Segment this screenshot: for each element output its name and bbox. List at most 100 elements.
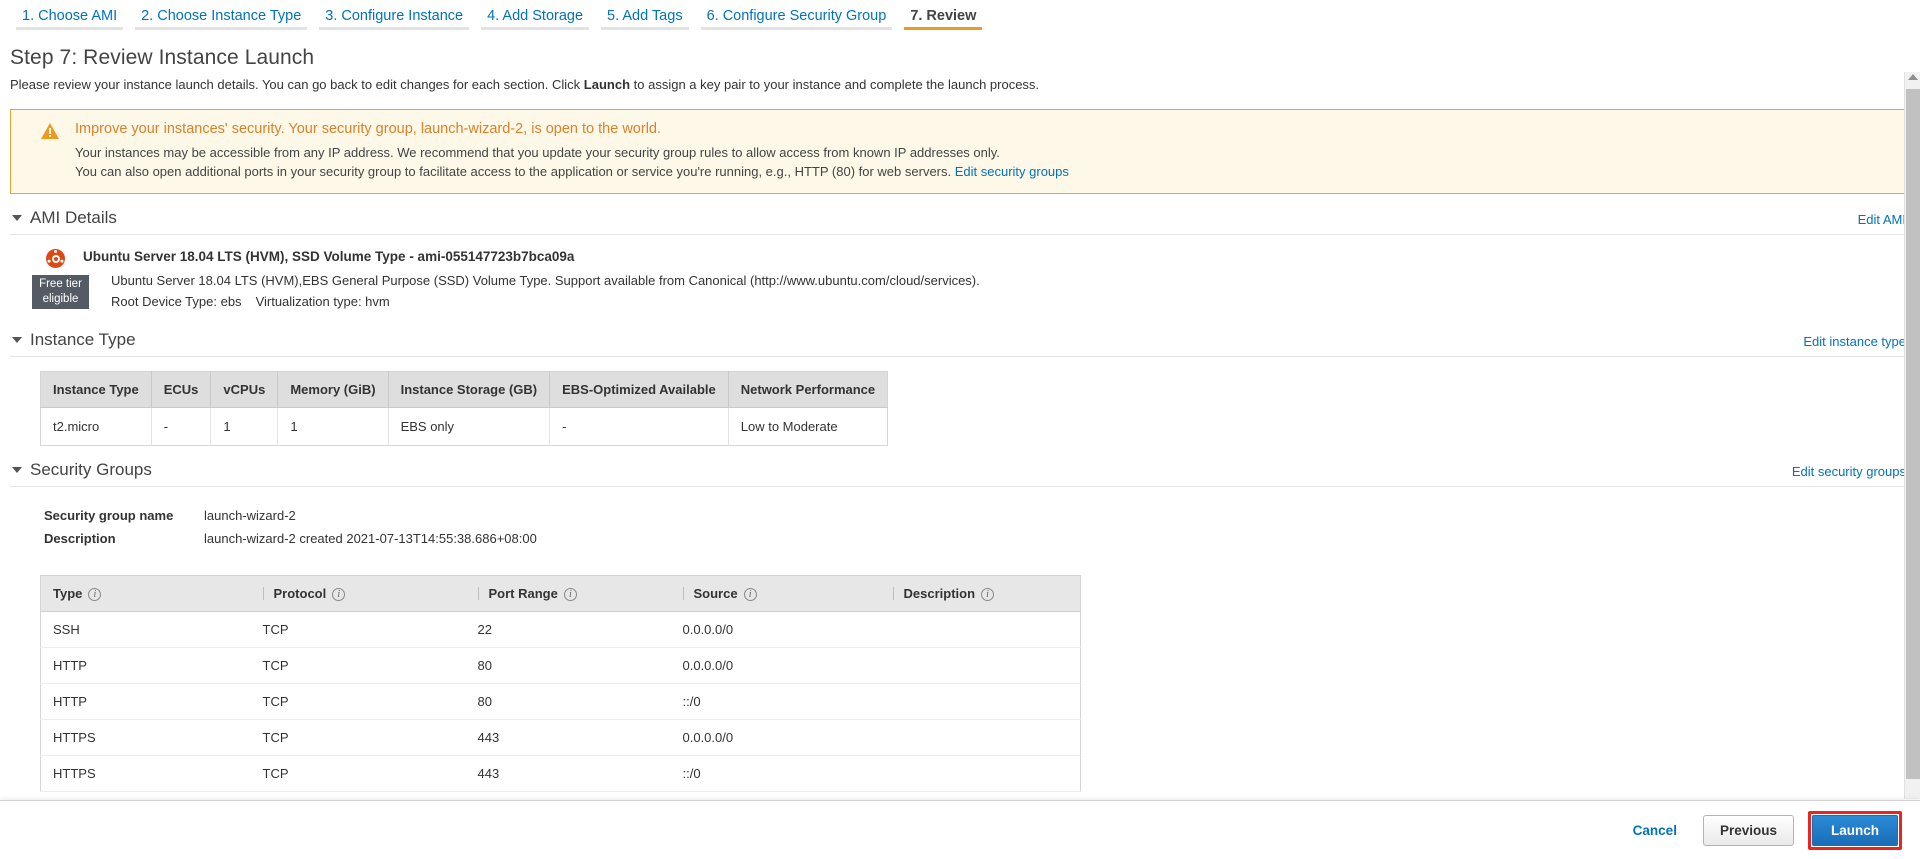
cell-description xyxy=(880,647,1081,684)
launch-button[interactable]: Launch xyxy=(1811,814,1898,846)
wizard-tab-label: 1. Choose AMI xyxy=(22,8,118,24)
warning-banner-body: Improve your instances' security. Your s… xyxy=(75,121,1891,181)
column-separator xyxy=(682,587,684,600)
security-group-summary: Security group name launch-wizard-2 Desc… xyxy=(10,487,1906,557)
free-tier-badge: Free tier eligible xyxy=(32,275,89,309)
security-group-description-row: Description launch-wizard-2 created 2021… xyxy=(44,528,1906,549)
main-content: Step 7: Review Instance Launch Please re… xyxy=(0,36,1920,836)
wizard-tab-3[interactable]: 3. Configure Instance xyxy=(313,0,475,32)
collapse-caret-icon-instance-type[interactable] xyxy=(12,337,22,343)
page-description-post: to assign a key pair to your instance an… xyxy=(630,77,1040,92)
wizard-tab-7[interactable]: 7. Review xyxy=(898,0,988,32)
security-group-description-value: launch-wizard-2 created 2021-07-13T14:55… xyxy=(204,531,537,546)
security-groups-title: Security Groups xyxy=(30,460,152,479)
cell-instance-storage: EBS only xyxy=(388,407,551,446)
ami-root-device-type: Root Device Type: ebs xyxy=(111,294,242,309)
ami-details-header: AMI Details Edit AMI xyxy=(10,194,1906,235)
instance-type-header-row: Instance Type ECUs vCPUs Memory (GiB) Instan… xyxy=(40,371,888,408)
column-header-label: Port Range xyxy=(488,586,558,601)
security-rules-table: Type i Protocol i Port Range i Source i Descript… xyxy=(40,575,1081,792)
column-header-label: Description xyxy=(903,586,976,601)
warning-banner-line-1: Your instances may be accessible from an… xyxy=(75,145,1000,160)
page-description: Please review your instance launch detai… xyxy=(10,77,1920,92)
info-icon[interactable]: i xyxy=(88,588,102,601)
instance-type-table: Instance Type ECUs vCPUs Memory (GiB) Instan… xyxy=(40,371,889,446)
security-rules-table-wrap: Type i Protocol i Port Range i Source i Descript… xyxy=(10,557,1906,792)
column-header: Network Performance xyxy=(728,371,888,408)
column-header: ECUs xyxy=(151,371,212,408)
table-row: t2.micro -1 1 EBS only - Low to Moderate xyxy=(40,407,888,446)
cell-instance-type: t2.micro xyxy=(40,407,152,446)
ubuntu-logo-icon xyxy=(46,249,65,268)
wizard-tab-1[interactable]: 1. Choose AMI xyxy=(10,0,129,32)
wizard-tab-label: 6. Configure Security Group xyxy=(706,8,887,24)
instance-type-section: Instance Type Edit instance type Instanc… xyxy=(10,316,1906,446)
cell-source: 0.0.0.0/0 xyxy=(670,719,881,756)
security-groups-header: Security Groups Edit security groups xyxy=(10,446,1906,487)
launch-button-highlight: Launch xyxy=(1807,810,1902,850)
wizard-tab-label: 3. Configure Instance xyxy=(325,8,464,24)
cell-type: SSH xyxy=(40,611,251,648)
page-description-pre: Please review your instance launch detai… xyxy=(10,77,584,92)
security-groups-section: Security Groups Edit security groups Sec… xyxy=(10,446,1906,792)
info-icon[interactable]: i xyxy=(743,588,757,601)
cell-protocol: TCP xyxy=(250,647,466,684)
wizard-tab-label: 4. Add Storage xyxy=(487,8,584,24)
security-rules-header-row: Type i Protocol i Port Range i Source i Descript… xyxy=(40,575,1081,612)
table-row: SSH TCP 22 0.0.0.0/0 xyxy=(40,611,1081,648)
info-icon[interactable]: i xyxy=(981,588,995,601)
cell-port-range: 443 xyxy=(465,755,671,792)
wizard-tab-5[interactable]: 5. Add Tags xyxy=(595,0,695,32)
collapse-caret-icon-ami[interactable] xyxy=(12,215,22,221)
edit-ami-link[interactable]: Edit AMI xyxy=(1858,212,1906,227)
cell-source: ::/0 xyxy=(670,683,881,720)
cell-source: ::/0 xyxy=(670,755,881,792)
previous-button[interactable]: Previous xyxy=(1702,814,1794,846)
cell-port-range: 443 xyxy=(465,719,671,756)
edit-security-groups-link[interactable]: Edit security groups xyxy=(1792,464,1906,479)
security-group-name-row: Security group name launch-wizard-2 xyxy=(44,505,1906,526)
page-scrollbar[interactable] xyxy=(1904,72,1920,799)
wizard-footer: Cancel Previous Launch xyxy=(0,800,1920,859)
cell-ecus: - xyxy=(151,407,212,446)
info-icon[interactable]: i xyxy=(563,588,577,601)
collapse-caret-icon-security-groups[interactable] xyxy=(12,467,22,473)
column-separator xyxy=(262,587,264,600)
scroll-up-arrow-icon[interactable] xyxy=(1908,74,1918,80)
wizard-tab-label: 5. Add Tags xyxy=(607,8,683,24)
info-icon[interactable]: i xyxy=(332,588,346,601)
free-tier-badge-line-2: eligible xyxy=(42,293,79,305)
ami-details-title: AMI Details xyxy=(30,208,117,227)
column-header: Description i xyxy=(880,575,1081,612)
ec2-launch-wizard-page: 1. Choose AMI 2. Choose Instance Type 3. C… xyxy=(0,0,1920,859)
warning-banner-line-2-text: You can also open additional ports in yo… xyxy=(75,164,955,179)
cell-protocol: TCP xyxy=(250,611,466,648)
column-header: Protocol i xyxy=(250,575,466,612)
table-row: HTTP TCP 80 0.0.0.0/0 xyxy=(40,647,1081,684)
cell-network-performance: Low to Moderate xyxy=(728,407,888,446)
cell-source: 0.0.0.0/0 xyxy=(670,647,881,684)
free-tier-badge-line-1: Free tier xyxy=(39,278,82,290)
column-header: Instance Type xyxy=(40,371,152,408)
scrollbar-thumb[interactable] xyxy=(1906,89,1920,779)
cancel-button[interactable]: Cancel xyxy=(1627,822,1683,839)
column-separator xyxy=(892,587,894,600)
column-header: Type i xyxy=(40,575,251,612)
cell-type: HTTP xyxy=(40,647,251,684)
ami-name: Ubuntu Server 18.04 LTS (HVM), SSD Volum… xyxy=(83,249,575,264)
instance-type-header: Instance Type Edit instance type xyxy=(10,316,1906,357)
column-header-label: Type xyxy=(53,586,83,601)
warning-triangle-icon xyxy=(41,123,61,142)
wizard-tab-6[interactable]: 6. Configure Security Group xyxy=(695,0,899,32)
edit-instance-type-link[interactable]: Edit instance type xyxy=(1803,334,1906,349)
column-header: Port Range i xyxy=(465,575,671,612)
ami-description: Ubuntu Server 18.04 LTS (HVM),EBS Genera… xyxy=(111,273,980,288)
warning-banner-line-2: You can also open additional ports in yo… xyxy=(75,162,1891,181)
table-row: HTTP TCP 80::/0 xyxy=(40,683,1081,720)
ami-virtualization-type: Virtualization type: hvm xyxy=(255,294,390,309)
edit-security-groups-link-banner[interactable]: Edit security groups xyxy=(955,164,1069,179)
page-description-launch-word: Launch xyxy=(583,77,631,92)
wizard-tab-4[interactable]: 4. Add Storage xyxy=(475,0,595,32)
security-rules-table-head: Type i Protocol i Port Range i Source i Descript… xyxy=(40,575,1081,612)
wizard-tab-2[interactable]: 2. Choose Instance Type xyxy=(129,0,313,32)
